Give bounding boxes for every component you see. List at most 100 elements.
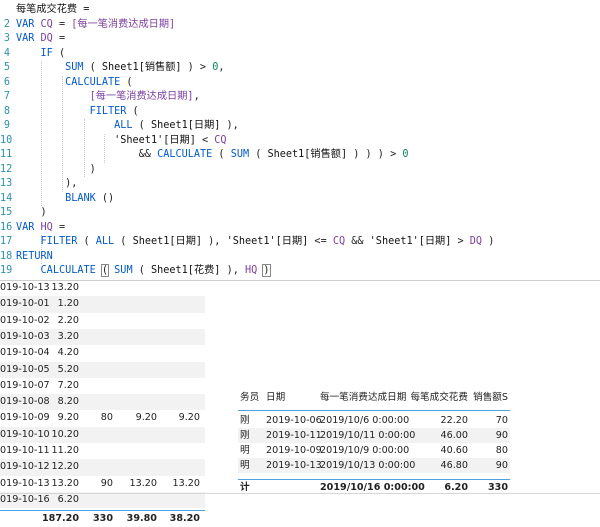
token: CQ xyxy=(332,236,346,247)
line-number: 6 xyxy=(3,76,10,88)
token: IF xyxy=(40,47,53,59)
token: ), xyxy=(16,178,78,189)
table-row[interactable]: 019-10-10 10.20 xyxy=(0,426,205,443)
total-cell: 38.20 xyxy=(169,513,200,525)
value-cell: 5.20 xyxy=(57,363,79,375)
token: BLANK xyxy=(65,192,96,204)
token: ( xyxy=(83,62,102,73)
code-text: 每笔成交花费 = xyxy=(16,3,89,18)
date-cell: 019-10-02 xyxy=(0,314,50,326)
code-text: CALCULATE ( xyxy=(16,76,132,91)
table-cell: 刚 xyxy=(240,430,250,441)
token: [每一笔消费达成日期] xyxy=(89,91,194,102)
table-row[interactable]: 019-10-07 7.20 xyxy=(0,378,205,394)
code-text: VAR DQ = xyxy=(16,32,65,47)
token: ), xyxy=(220,120,239,131)
value-cell: 9.20 xyxy=(178,412,200,424)
code-text: BLANK () xyxy=(16,192,114,207)
table-row[interactable]: 019-10-02 2.20 xyxy=(0,313,205,329)
table-row[interactable]: 019-10-09 9.20 80 9.20 9.20 xyxy=(0,410,205,426)
token: 'Sheet1'[日期] xyxy=(369,236,452,247)
value-cell: 1.20 xyxy=(57,298,79,310)
token: () xyxy=(95,192,115,204)
token: ) xyxy=(262,264,271,277)
token: ( xyxy=(126,105,139,117)
table-cell: 明 xyxy=(240,445,250,456)
code-text: ) xyxy=(16,163,96,178)
code-text: VAR HQ = xyxy=(16,221,65,236)
value-cell: 12.20 xyxy=(51,461,79,473)
table-row[interactable]: 刚 2019-10-06 2019/10/6 0:00:00 22.20 70 xyxy=(238,413,510,428)
value-cell: 13.20 xyxy=(172,477,200,489)
line-number: 17 xyxy=(0,236,13,247)
total-row: 187.20 330 39.80 38.20 xyxy=(0,510,205,527)
date-cell: 019-10-11 xyxy=(0,445,50,456)
code-text: ) xyxy=(16,206,47,221)
date-cell: 019-10-05 xyxy=(0,363,50,375)
token: && xyxy=(345,236,370,247)
value-cell: 3.20 xyxy=(57,330,79,342)
token: = xyxy=(52,18,72,30)
token: ), xyxy=(220,265,245,276)
token: 'Sheet1'[日期] xyxy=(226,236,309,247)
dax-formula-editor[interactable]: 每笔成交花费 = 2 VAR CQ = [每一笔消费达成日期] 3 VAR DQ = 4 … xyxy=(0,0,600,281)
table-row[interactable]: 明 2019-10-13 2019/10/13 0:00:00 46.80 90 xyxy=(238,458,510,473)
line-number: 11 xyxy=(0,149,13,160)
table-row[interactable]: 019-10-16 6.20 xyxy=(0,491,205,509)
table-row[interactable]: 019-10-13 13.20 90 13.20 13.20 xyxy=(0,476,205,492)
token: , xyxy=(218,62,225,73)
value-cell: 4.20 xyxy=(57,347,79,359)
line-number: 16 xyxy=(0,221,13,233)
column-header[interactable]: 销售额S xyxy=(473,390,508,406)
token: CALCULATE xyxy=(40,265,96,276)
table-row[interactable]: 019-10-04 4.20 xyxy=(0,345,205,361)
table-cell: 2019/10/13 0:00:00 xyxy=(320,460,416,471)
line-number: 14 xyxy=(0,192,13,204)
date-cell: 019-10-10 xyxy=(0,428,50,440)
token: ) xyxy=(16,207,47,218)
column-header[interactable]: 每笔成交花费 xyxy=(410,390,468,406)
date-cell: 019-10-13 xyxy=(0,282,50,293)
table-row[interactable]: 019-10-11 11.20 xyxy=(0,443,205,459)
line-number: 4 xyxy=(3,47,10,59)
line-number: 7 xyxy=(3,91,10,102)
table-row[interactable]: 明 2019-10-09 2019/10/9 0:00:00 40.60 80 xyxy=(238,443,510,458)
token: ( xyxy=(114,236,133,247)
table-header: 务员 日期 每一笔消费达成日期 每笔成交花费 销售额S xyxy=(238,390,510,411)
table-row[interactable]: 019-10-08 8.20 xyxy=(0,394,205,411)
token: DQ xyxy=(469,236,483,247)
table-cell: 46.80 xyxy=(440,460,468,471)
code-text: ), xyxy=(16,177,77,192)
token: FILTER xyxy=(89,105,127,117)
token: ) > xyxy=(181,62,213,73)
column-header[interactable]: 务员 xyxy=(240,390,259,406)
table-row[interactable]: 019-10-03 3.20 xyxy=(0,328,205,346)
table-row[interactable]: 019-10-01 1.20 xyxy=(0,296,205,313)
code-text: SUM ( Sheet1[销售额] ) > 0, xyxy=(16,61,224,76)
table-row[interactable]: 019-10-13 13.20 xyxy=(0,280,205,296)
code-text: FILTER ( ALL ( Sheet1[日期] ), 'Sheet1'[日期… xyxy=(16,235,495,250)
table-row[interactable]: 刚 2019-10-11 2019/10/11 0:00:00 46.00 90 xyxy=(238,428,510,443)
table-row[interactable]: 019-10-05 5.20 xyxy=(0,361,205,378)
token: Sheet1[销售额] xyxy=(267,149,348,160)
table-cell: 明 xyxy=(240,460,250,471)
code-text: VAR CQ = [每一笔消费达成日期] xyxy=(16,18,175,33)
token: ) xyxy=(482,236,495,247)
token: Sheet1[销售额] xyxy=(101,62,182,73)
value-cell: 80 xyxy=(100,412,113,424)
table-row[interactable]: 019-10-12 12.20 xyxy=(0,459,205,476)
column-header[interactable]: 每一笔消费达成日期 xyxy=(320,390,406,406)
token: CQ xyxy=(40,18,53,30)
column-header[interactable]: 日期 xyxy=(266,390,285,406)
line-number: 3 xyxy=(3,33,10,44)
value-cell: 2.20 xyxy=(57,314,79,326)
token: 每笔成交花费 = xyxy=(16,4,90,15)
token: SUM xyxy=(230,149,250,160)
token: 'Sheet1'[日期] xyxy=(114,134,196,146)
total-cell: 330 xyxy=(92,513,113,525)
line-number: 19 xyxy=(0,265,13,276)
